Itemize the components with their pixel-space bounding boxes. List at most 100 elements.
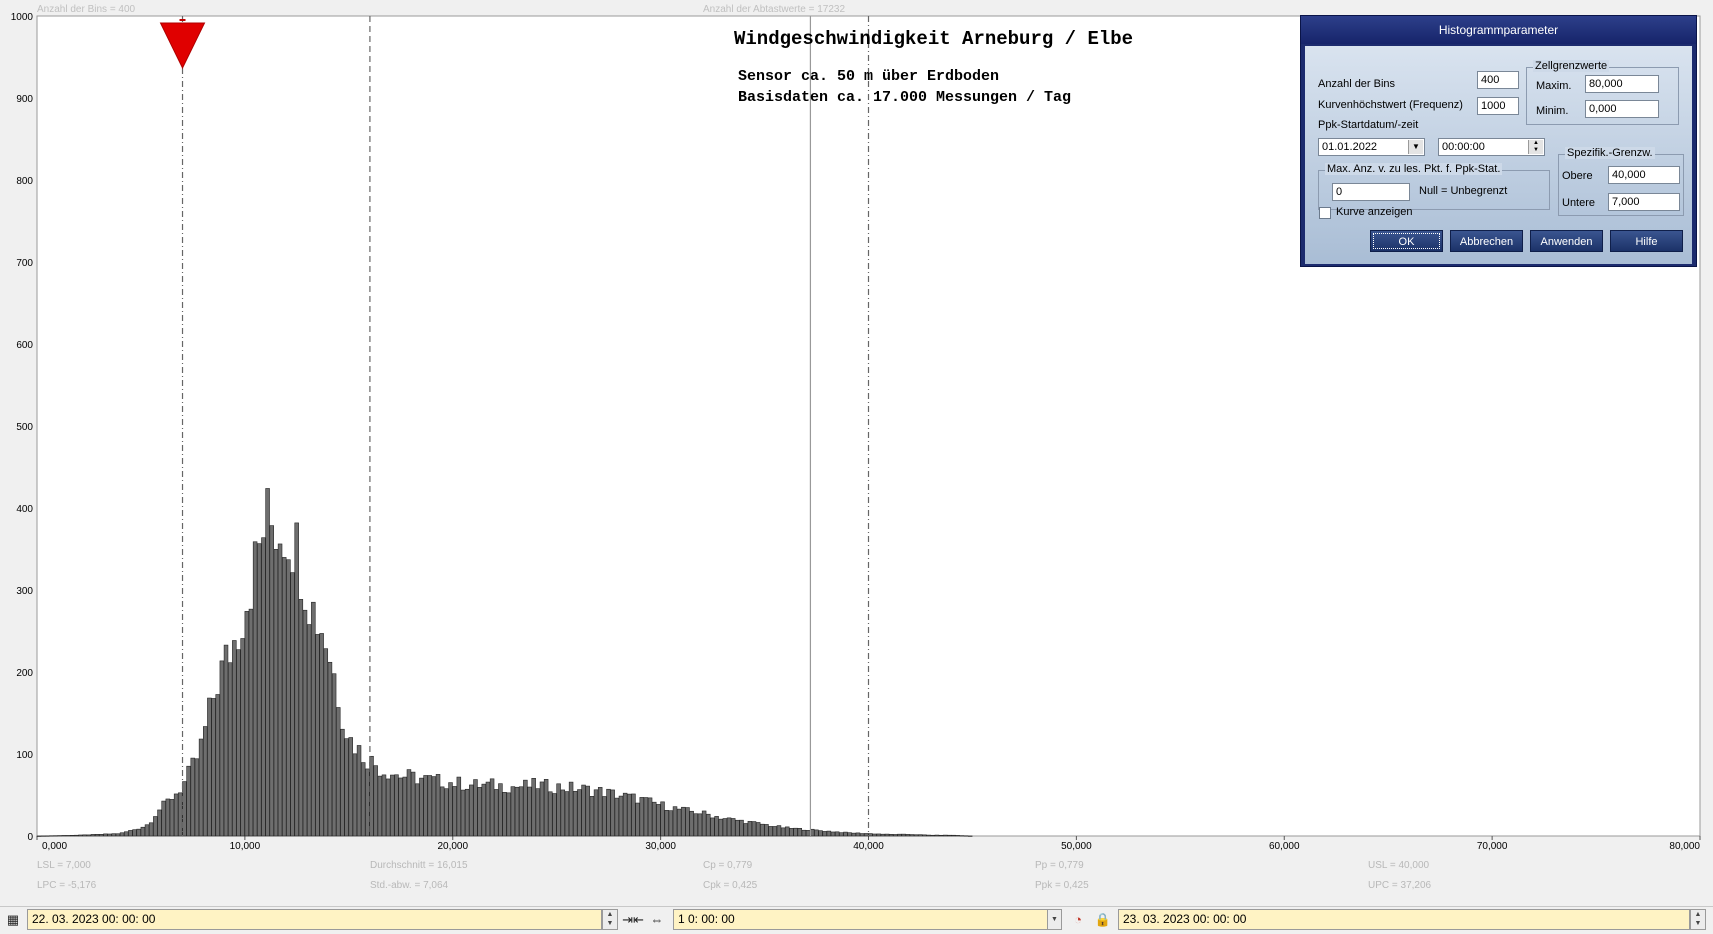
histogram-bar (456, 776, 462, 837)
histogram-bar (643, 797, 649, 837)
upper-input[interactable]: 40,000 (1608, 166, 1680, 184)
histogram-bar (913, 834, 919, 837)
histogram-bar (826, 830, 832, 837)
histogram-bar (207, 697, 212, 837)
histogram-bar (706, 813, 711, 837)
histogram-bar (136, 828, 141, 837)
calendar-icon[interactable]: ▦ (3, 910, 23, 930)
histogram-bar (394, 774, 399, 837)
start-datetime-field[interactable]: 22. 03. 2023 00: 00: 00 (27, 909, 602, 930)
histogram-bar (751, 821, 757, 837)
histogram-bar (78, 834, 83, 837)
histogram-bar (74, 834, 79, 837)
cancel-button[interactable]: Abbrechen (1450, 230, 1523, 252)
clock-icon[interactable]: ◔ (1068, 910, 1088, 930)
chevron-down-icon[interactable]: ▼ (1408, 140, 1423, 154)
time-spinner[interactable]: ▲ ▼ (1528, 140, 1543, 154)
lock-icon[interactable]: 🔒 (1094, 910, 1112, 930)
histogram-bar (356, 745, 362, 837)
y-tick-label: 500 (16, 422, 33, 433)
histogram-bar (564, 791, 570, 837)
upper-label: Obere (1562, 170, 1593, 182)
stat-upc: UPC = 37,206 (1368, 880, 1432, 891)
histogram-bar (360, 762, 366, 837)
histogram-bar (780, 827, 786, 837)
histogram-bar (822, 831, 827, 837)
histogram-bar (244, 611, 250, 837)
histogram-bar (306, 624, 312, 837)
x-tick-label: 40,000 (853, 841, 884, 852)
histogram-bar (198, 738, 204, 837)
ok-button[interactable]: OK (1370, 230, 1443, 252)
chart-title: Windgeschwindigkeit Arneburg / Elbe (734, 28, 1134, 50)
histogram-bar (518, 786, 524, 837)
histogram-bar (99, 834, 104, 837)
histogram-bar (722, 818, 728, 837)
histogram-bar (681, 806, 686, 837)
histogram-bar (639, 797, 644, 837)
histogram-bar (481, 783, 487, 837)
histogram-bar (676, 808, 682, 837)
apply-button[interactable]: Anwenden (1530, 230, 1603, 252)
histogram-bar (365, 768, 370, 837)
x-tick-label: 0,000 (42, 841, 67, 852)
histogram-bar (302, 609, 308, 837)
histogram-bar (377, 775, 383, 837)
histogram-bar (614, 797, 620, 837)
histogram-bar (506, 792, 511, 837)
max-points-label: Max. Anz. v. zu les. Pkt. f. Ppk-Stat. (1325, 163, 1503, 175)
histogram-bar (560, 789, 566, 837)
peak-input[interactable]: 1000 (1477, 97, 1519, 115)
bins-input[interactable]: 400 (1477, 71, 1519, 89)
x-tick-label: 80,000 (1669, 841, 1700, 852)
start-datetime-spinner[interactable]: ▲ ▼ (602, 909, 618, 930)
histogram-bar (90, 834, 96, 837)
x-tick-label: 20,000 (437, 841, 468, 852)
histogram-bar (157, 809, 162, 837)
max-points-input[interactable]: 0 (1332, 183, 1410, 201)
histogram-bar (585, 785, 590, 837)
histogram-bar (281, 557, 287, 837)
expand-range-icon[interactable]: ⇔ (646, 910, 668, 930)
histogram-bar (194, 758, 200, 837)
histogram-bar (82, 834, 87, 837)
collapse-range-icon[interactable]: ⇥⇤ (622, 910, 644, 930)
histogram-bar (647, 797, 653, 837)
x-tick-label: 60,000 (1269, 841, 1300, 852)
histogram-bar (344, 738, 349, 837)
histogram-bar (568, 781, 574, 837)
spec-limits-group: Spezifik.-Grenzw. Obere 40,000 Untere 7,… (1558, 147, 1684, 216)
end-datetime-field[interactable]: 23. 03. 2023 00: 00: 00 (1118, 909, 1690, 930)
samples-count-text: Anzahl der Abtastwerte = 17232 (703, 4, 846, 15)
show-curve-checkbox[interactable] (1319, 207, 1331, 219)
histogram-bar (36, 835, 42, 837)
histogram-bar (593, 789, 599, 837)
histogram-bar (901, 833, 906, 837)
dialog-body: Anzahl der Bins 400 Kurvenhöchstwert (Fr… (1305, 46, 1692, 264)
start-date-combo[interactable]: 01.01.2022 ▼ (1318, 138, 1425, 156)
start-time-input[interactable]: 00:00:00 ▲ ▼ (1438, 138, 1545, 156)
histogram-bar (373, 765, 378, 837)
histogram-bar (261, 537, 266, 837)
help-button[interactable]: Hilfe (1610, 230, 1683, 252)
histogram-bar (909, 834, 915, 837)
histogram-bar (390, 774, 395, 837)
interval-dropdown[interactable]: ▼ (1047, 909, 1062, 930)
histogram-bar (938, 834, 944, 837)
histogram-bar (951, 834, 956, 837)
histogram-bar (955, 835, 960, 837)
lower-input[interactable]: 7,000 (1608, 193, 1680, 211)
histogram-bar (943, 834, 948, 837)
histogram-bar (755, 822, 761, 837)
min-input[interactable]: 0,000 (1585, 100, 1659, 118)
histogram-bar (385, 778, 391, 837)
max-input[interactable]: 80,000 (1585, 75, 1659, 93)
peak-label: Kurvenhöchstwert (Frequenz) (1318, 99, 1463, 111)
end-datetime-spinner[interactable]: ▲ ▼ (1690, 909, 1706, 930)
histogram-bar (186, 765, 191, 837)
interval-field[interactable]: 1 0: 00: 00 (673, 909, 1061, 930)
time-range-bar: ▦ 22. 03. 2023 00: 00: 00 ▲ ▼ ⇥⇤ ⇔ 1 0: 0… (0, 906, 1713, 934)
histogram-bar (793, 827, 798, 837)
dialog-title[interactable]: Histogrammparameter (1301, 16, 1696, 44)
histogram-bar (435, 774, 441, 837)
